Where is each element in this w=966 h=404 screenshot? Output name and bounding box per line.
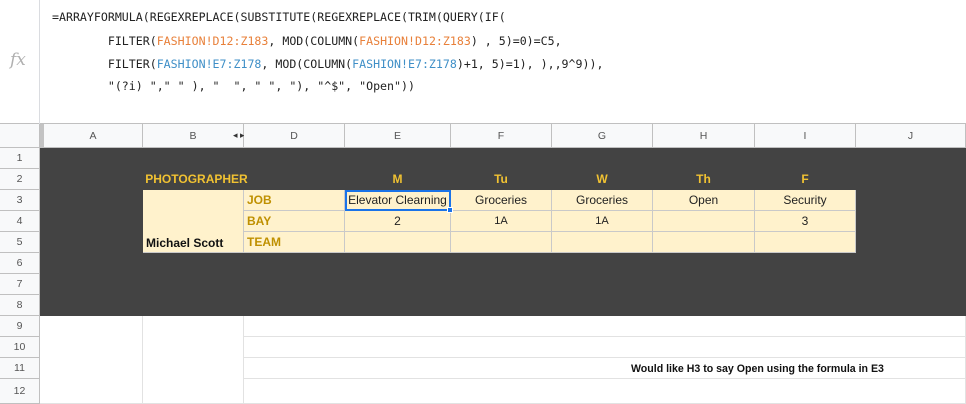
column-header-e[interactable]: E	[345, 124, 451, 148]
row-header-8[interactable]: 8	[0, 295, 40, 316]
column-header-h[interactable]: H	[653, 124, 755, 148]
fill-handle[interactable]	[447, 207, 453, 213]
day-header-m[interactable]: M	[345, 169, 451, 190]
row-header-2[interactable]: 2	[0, 169, 40, 190]
cell-a9-a12[interactable]	[40, 316, 143, 404]
day-header-tu[interactable]: Tu	[451, 169, 552, 190]
row-header-10[interactable]: 10	[0, 337, 40, 358]
row-header-7[interactable]: 7	[0, 274, 40, 295]
photographer-header[interactable]: PHOTOGRAPHER	[143, 169, 251, 190]
column-header-i[interactable]: I	[755, 124, 856, 148]
cell-f3-job-tu[interactable]: Groceries	[451, 190, 552, 211]
cell-row9[interactable]	[244, 316, 966, 337]
row-header-1[interactable]: 1	[0, 148, 40, 169]
column-header-d[interactable]: D	[244, 124, 345, 148]
cell-f4-bay-tu[interactable]: 1A	[451, 211, 552, 232]
row-header-5[interactable]: 5	[0, 232, 40, 253]
column-header-b[interactable]: B	[143, 124, 244, 148]
cell-f5-team-tu[interactable]	[451, 232, 552, 253]
cell-e4-bay-m[interactable]: 2	[345, 211, 451, 232]
day-header-th[interactable]: Th	[653, 169, 755, 190]
cell-g4-bay-w[interactable]: 1A	[552, 211, 653, 232]
column-header-a[interactable]: A	[40, 124, 143, 148]
cell-row10[interactable]	[244, 337, 966, 358]
column-header-f[interactable]: F	[451, 124, 552, 148]
row-header-6[interactable]: 6	[0, 253, 40, 274]
row-header-3[interactable]: 3	[0, 190, 40, 211]
day-header-f[interactable]: F	[755, 169, 856, 190]
cell-i5-team-f[interactable]	[755, 232, 856, 253]
cell-e5-team-m[interactable]	[345, 232, 451, 253]
select-all-corner[interactable]	[0, 124, 40, 148]
cell-e3-job-m[interactable]: Elevator Clearning	[345, 190, 451, 211]
cell-h4-bay-th[interactable]	[653, 211, 755, 232]
job-label[interactable]: JOB	[244, 190, 345, 211]
cell-g3-job-w[interactable]: Groceries	[552, 190, 653, 211]
cell-i3-job-f[interactable]: Security	[755, 190, 856, 211]
row-header-9[interactable]: 9	[0, 316, 40, 337]
cell-row12[interactable]	[244, 379, 966, 404]
day-header-w[interactable]: W	[552, 169, 653, 190]
cell-h3-job-th[interactable]: Open	[653, 190, 755, 211]
note-cell-g11[interactable]: Would like H3 to say Open using the form…	[631, 363, 884, 375]
hidden-column-arrows-icon[interactable]: ◂ ▸	[233, 130, 245, 141]
row-header-12[interactable]: 12	[0, 379, 40, 404]
cell-g5-team-w[interactable]	[552, 232, 653, 253]
column-header-g[interactable]: G	[552, 124, 653, 148]
team-label[interactable]: TEAM	[244, 232, 345, 253]
photographer-name-cell[interactable]: Michael Scott	[143, 190, 244, 253]
spreadsheet-grid: A B ◂ ▸ D E F G H I J 1 2 3 4 5 6 7 8 9 …	[0, 0, 966, 404]
bay-label[interactable]: BAY	[244, 211, 345, 232]
row-header-4[interactable]: 4	[0, 211, 40, 232]
cell-h5-team-th[interactable]	[653, 232, 755, 253]
cell-i4-bay-f[interactable]: 3	[755, 211, 856, 232]
row-header-11[interactable]: 11	[0, 358, 40, 379]
column-header-j[interactable]: J	[856, 124, 966, 148]
cell-b9-b12[interactable]	[143, 316, 244, 404]
